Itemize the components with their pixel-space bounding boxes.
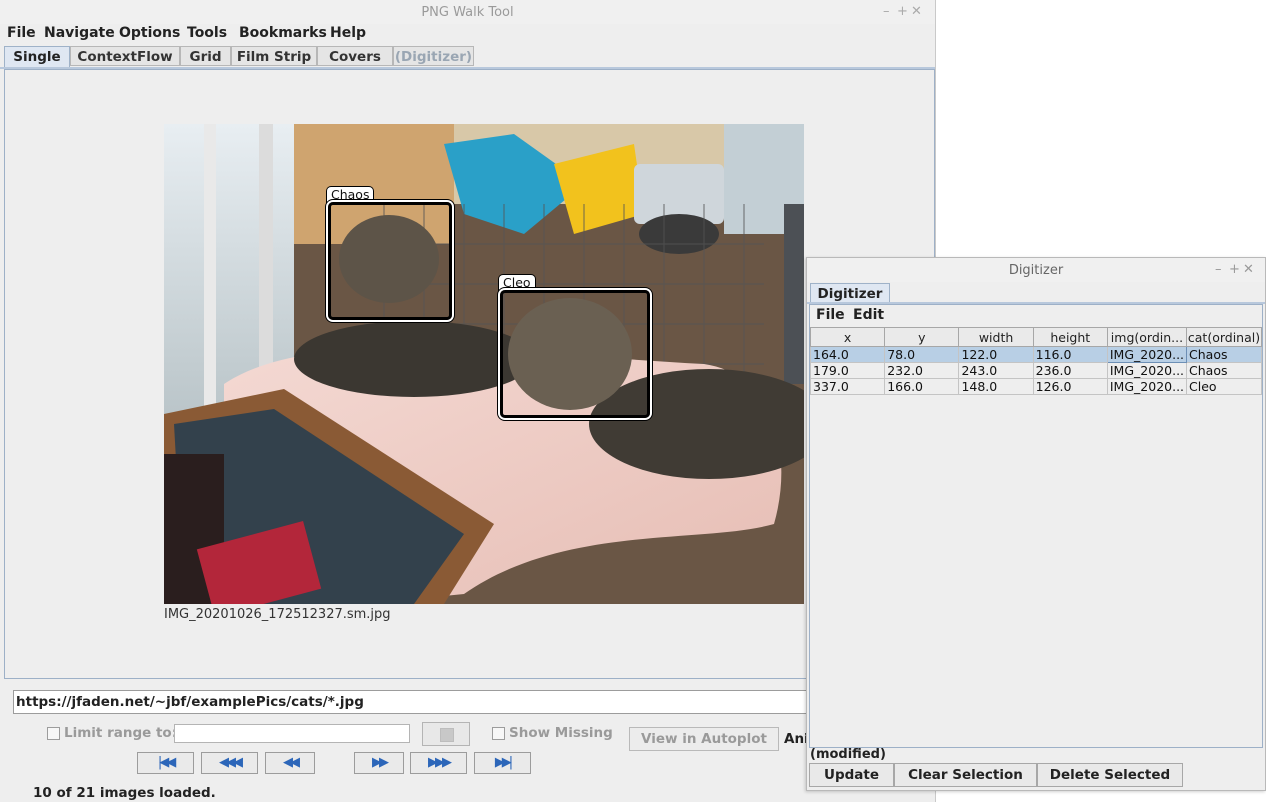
digitizer-status: (modified) (810, 747, 886, 762)
limit-range-button[interactable] (422, 722, 470, 746)
status-text: 10 of 21 images loaded. (33, 785, 216, 801)
cell-width[interactable]: 243.0 (958, 362, 1034, 379)
tab-covers[interactable]: Covers (317, 46, 393, 66)
cat-photo-illustration (164, 124, 804, 604)
annotation-box-chaos[interactable] (328, 202, 452, 320)
cell-width[interactable]: 148.0 (958, 378, 1034, 395)
fast-rewind-icon: ◀◀◀ (219, 755, 243, 770)
close-icon[interactable]: ✕ (1243, 262, 1257, 277)
png-walk-window: PNG Walk Tool –+✕ File Navigate Options … (0, 0, 936, 802)
cell-img[interactable]: IMG_2020... (1106, 378, 1188, 395)
cell-width[interactable]: 122.0 (958, 346, 1034, 363)
cell-img[interactable]: IMG_2020... (1106, 362, 1188, 379)
square-icon (440, 728, 454, 742)
next-image-button[interactable]: ▶▶ (354, 752, 404, 774)
view-tabs: Single ContextFlow Grid Film Strip Cover… (4, 46, 935, 68)
skip-last-icon: ▶▶| (494, 755, 513, 770)
annotation-box-cleo[interactable] (500, 290, 650, 418)
cell-y[interactable]: 166.0 (884, 378, 960, 395)
limit-range-input[interactable] (174, 724, 410, 743)
menu-options[interactable]: Options (119, 25, 180, 41)
column-header-cat[interactable]: cat(ordinal) (1186, 327, 1262, 347)
digitizer-menu-file[interactable]: File (816, 307, 845, 323)
minimize-icon[interactable]: – (1215, 262, 1229, 277)
fast-forward-icon: ▶▶▶ (428, 755, 452, 770)
table-row[interactable]: 164.0 78.0 122.0 116.0 IMG_2020... Chaos (809, 346, 1262, 363)
image-caption: IMG_20201026_172512327.sm.jpg (164, 607, 391, 622)
rewind-icon: ◀◀ (283, 755, 300, 770)
window-title: PNG Walk Tool (421, 5, 514, 20)
menu-bookmarks[interactable]: Bookmarks (239, 25, 327, 41)
cell-y[interactable]: 232.0 (884, 362, 960, 379)
cell-height[interactable]: 116.0 (1032, 346, 1108, 363)
last-image-button[interactable]: ▶▶| (474, 752, 531, 774)
limit-range-label: Limit range to: (64, 725, 178, 741)
maximize-icon[interactable]: + (1229, 262, 1243, 277)
digitizer-panel: File Edit x y width height img(ordin... … (809, 304, 1263, 748)
url-input[interactable]: https://jfaden.net/~jbf/examplePics/cats… (13, 690, 863, 714)
close-icon[interactable]: ✕ (911, 4, 925, 19)
cell-img[interactable]: IMG_2020... (1106, 346, 1188, 363)
table-row[interactable]: 337.0 166.0 148.0 126.0 IMG_2020... Cleo (809, 378, 1262, 395)
skip-first-icon: |◀◀ (157, 755, 176, 770)
cell-x[interactable]: 179.0 (809, 362, 886, 379)
cell-cat[interactable]: Cleo (1186, 378, 1262, 395)
previous-image-button[interactable]: ◀◀ (265, 752, 315, 774)
table-header: x y width height img(ordin... cat(ordina… (809, 327, 1262, 347)
page-forward-button[interactable]: ▶▶▶ (410, 752, 467, 774)
cell-x[interactable]: 164.0 (809, 346, 886, 363)
clear-selection-button[interactable]: Clear Selection (894, 763, 1037, 787)
animate-label: Ani (784, 731, 809, 747)
column-header-img[interactable]: img(ordin... (1106, 327, 1188, 347)
digitizer-menu-edit[interactable]: Edit (853, 307, 884, 323)
tab-contextflow[interactable]: ContextFlow (70, 46, 180, 66)
column-header-x[interactable]: x (809, 327, 886, 347)
cell-y[interactable]: 78.0 (884, 346, 960, 363)
maximize-icon[interactable]: + (897, 4, 911, 19)
delete-selected-button[interactable]: Delete Selected (1037, 763, 1183, 787)
menu-help[interactable]: Help (330, 25, 366, 41)
column-header-height[interactable]: height (1032, 327, 1108, 347)
limit-range-checkbox[interactable] (47, 727, 60, 740)
menubar: File Navigate Options Tools Bookmarks He… (0, 24, 935, 44)
table-row[interactable]: 179.0 232.0 243.0 236.0 IMG_2020... Chao… (809, 362, 1262, 379)
first-image-button[interactable]: |◀◀ (137, 752, 194, 774)
tab-film-strip[interactable]: Film Strip (231, 46, 317, 66)
tab-single[interactable]: Single (4, 46, 70, 68)
cat-photo[interactable] (164, 124, 804, 604)
column-header-width[interactable]: width (958, 327, 1034, 347)
view-in-autoplot-button[interactable]: View in Autoplot (629, 727, 779, 751)
column-header-y[interactable]: y (884, 327, 960, 347)
digitizer-title: Digitizer (1008, 263, 1064, 278)
digitizer-titlebar[interactable]: Digitizer –+✕ (807, 258, 1265, 282)
menu-file[interactable]: File (7, 25, 36, 41)
show-missing-label: Show Missing (509, 725, 613, 741)
annotation-label-cleo: Cleo (498, 274, 536, 291)
cell-x[interactable]: 337.0 (809, 378, 886, 395)
cell-cat[interactable]: Chaos (1186, 362, 1262, 379)
menu-tools[interactable]: Tools (187, 25, 227, 41)
tab-digitizer-panel[interactable]: Digitizer (810, 283, 890, 303)
menu-navigate[interactable]: Navigate (44, 25, 115, 41)
forward-icon: ▶▶ (372, 755, 389, 770)
show-missing-checkbox[interactable] (492, 727, 505, 740)
cell-cat[interactable]: Chaos (1186, 346, 1262, 363)
tab-grid[interactable]: Grid (180, 46, 231, 66)
page-back-button[interactable]: ◀◀◀ (201, 752, 258, 774)
cell-height[interactable]: 236.0 (1032, 362, 1108, 379)
annotation-label-chaos: Chaos (326, 186, 375, 203)
digitizer-window: Digitizer –+✕ Digitizer File Edit x y wi… (806, 257, 1266, 791)
digitizer-table[interactable]: x y width height img(ordin... cat(ordina… (809, 327, 1262, 395)
update-button[interactable]: Update (809, 763, 894, 787)
minimize-icon[interactable]: – (883, 4, 897, 19)
main-titlebar[interactable]: PNG Walk Tool –+✕ (0, 0, 935, 25)
cell-height[interactable]: 126.0 (1032, 378, 1108, 395)
tab-digitizer[interactable]: (Digitizer) (393, 46, 474, 66)
